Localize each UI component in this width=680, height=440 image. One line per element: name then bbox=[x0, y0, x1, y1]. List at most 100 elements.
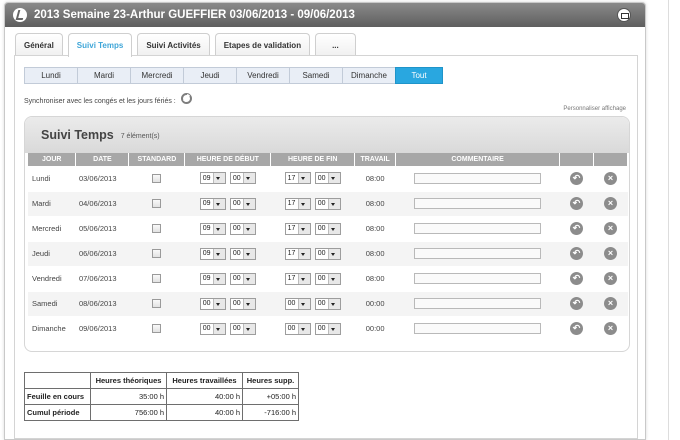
table-row: Lundi 03/06/2013 09 00 17 00 08:00 ↶ × bbox=[28, 166, 628, 192]
day-filter-mercredi[interactable]: Mercredi bbox=[130, 67, 183, 84]
tab-suivi-temps[interactable]: Suivi Temps bbox=[67, 33, 133, 57]
fin-minute-select[interactable]: 00 bbox=[314, 272, 341, 285]
tab-etapes-validation[interactable]: Etapes de validation bbox=[214, 33, 311, 56]
cell-delete: × bbox=[593, 291, 628, 317]
debut-minute-select[interactable]: 00 bbox=[229, 297, 256, 310]
totals-cell-supp: +05:00 h bbox=[242, 388, 299, 405]
cell-heure-fin: 00 00 bbox=[270, 316, 355, 342]
reset-icon[interactable]: ↶ bbox=[570, 297, 583, 310]
debut-hour-select[interactable]: 09 bbox=[199, 172, 226, 185]
chevron-down-icon bbox=[212, 173, 225, 184]
select-value: 09 bbox=[202, 250, 211, 257]
standard-checkbox[interactable] bbox=[152, 299, 162, 309]
cell-date: 06/06/2013 bbox=[75, 241, 129, 267]
select-value: 00 bbox=[317, 300, 326, 307]
debut-minute-select[interactable]: 00 bbox=[229, 197, 256, 210]
standard-checkbox[interactable] bbox=[152, 224, 162, 234]
fin-minute-select[interactable]: 00 bbox=[314, 322, 341, 335]
reset-icon[interactable]: ↶ bbox=[570, 322, 583, 335]
chevron-down-icon bbox=[297, 298, 310, 309]
totals-table: Heures théoriques Heures travaillées Heu… bbox=[24, 372, 299, 421]
standard-checkbox[interactable] bbox=[152, 249, 162, 259]
debut-minute-select[interactable]: 00 bbox=[229, 172, 256, 185]
fin-minute-select[interactable]: 00 bbox=[314, 247, 341, 260]
fin-minute-select[interactable]: 00 bbox=[314, 222, 341, 235]
debut-minute-select[interactable]: 00 bbox=[229, 247, 256, 260]
comment-input[interactable] bbox=[414, 172, 542, 184]
standard-checkbox[interactable] bbox=[152, 324, 162, 334]
delete-icon[interactable]: × bbox=[603, 247, 617, 260]
day-filter-vendredi[interactable]: Vendredi bbox=[236, 67, 289, 84]
cell-heure-debut: 09 00 bbox=[184, 266, 271, 292]
delete-icon[interactable]: × bbox=[603, 297, 617, 310]
chevron-down-icon bbox=[242, 248, 255, 259]
standard-checkbox[interactable] bbox=[152, 274, 162, 284]
select-value: 17 bbox=[287, 174, 296, 182]
day-filter-dimanche[interactable]: Dimanche bbox=[342, 67, 395, 84]
standard-checkbox[interactable] bbox=[152, 199, 162, 209]
debut-minute-select[interactable]: 00 bbox=[229, 272, 256, 285]
day-filter-jeudi[interactable]: Jeudi bbox=[183, 67, 236, 84]
reset-icon[interactable]: ↶ bbox=[570, 272, 583, 285]
fin-hour-select[interactable]: 17 bbox=[284, 222, 311, 235]
select-value: 09 bbox=[202, 200, 211, 207]
sync-label: Synchroniser avec les congés et les jour… bbox=[24, 98, 176, 105]
delete-icon[interactable]: × bbox=[603, 322, 617, 335]
sync-icon[interactable] bbox=[180, 93, 192, 104]
select-value: 00 bbox=[232, 200, 241, 207]
print-icon[interactable] bbox=[617, 8, 631, 22]
fin-hour-select[interactable]: 17 bbox=[284, 247, 311, 260]
select-value: 17 bbox=[287, 250, 296, 257]
fin-minute-select[interactable]: 00 bbox=[314, 172, 341, 185]
comment-input[interactable] bbox=[414, 323, 542, 334]
day-filter-samedi[interactable]: Samedi bbox=[289, 67, 342, 84]
debut-hour-select[interactable]: 09 bbox=[199, 222, 226, 235]
debut-hour-select[interactable]: 00 bbox=[199, 297, 226, 310]
fin-minute-select[interactable]: 00 bbox=[314, 297, 341, 310]
debut-hour-select[interactable]: 09 bbox=[199, 197, 226, 210]
delete-icon[interactable]: × bbox=[603, 272, 617, 285]
delete-icon[interactable]: × bbox=[603, 171, 617, 185]
reset-icon[interactable]: ↶ bbox=[570, 171, 583, 185]
tab-general[interactable]: Général bbox=[15, 33, 63, 56]
reset-icon[interactable]: ↶ bbox=[570, 247, 583, 260]
day-filter-lundi[interactable]: Lundi bbox=[24, 67, 77, 84]
page: 2013 Semaine 23-Arthur GUEFFIER 03/06/20… bbox=[0, 0, 680, 440]
debut-hour-select[interactable]: 09 bbox=[199, 247, 226, 260]
cell-jour: Vendredi bbox=[28, 266, 76, 292]
delete-icon[interactable]: × bbox=[603, 197, 617, 210]
fin-hour-select[interactable]: 00 bbox=[284, 297, 311, 310]
reset-icon[interactable]: ↶ bbox=[570, 197, 583, 210]
cell-heure-fin: 17 00 bbox=[270, 191, 355, 217]
comment-input[interactable] bbox=[414, 198, 542, 209]
comment-input[interactable] bbox=[414, 273, 542, 284]
chevron-down-icon bbox=[242, 298, 255, 309]
cell-commentaire bbox=[395, 241, 560, 267]
totals-cell-supp: -716:00 h bbox=[242, 404, 299, 421]
standard-checkbox[interactable] bbox=[152, 174, 162, 183]
debut-hour-select[interactable]: 09 bbox=[199, 272, 226, 285]
select-value: 00 bbox=[287, 300, 296, 307]
totals-row-label: Feuille en cours bbox=[24, 388, 91, 405]
cell-standard bbox=[128, 216, 185, 242]
delete-icon[interactable]: × bbox=[603, 222, 617, 235]
tab-more[interactable]: ... bbox=[315, 33, 356, 56]
day-filter-tout[interactable]: Tout bbox=[395, 67, 443, 84]
comment-input[interactable] bbox=[414, 298, 542, 309]
fin-hour-select[interactable]: 17 bbox=[284, 272, 311, 285]
fin-hour-select[interactable]: 00 bbox=[284, 322, 311, 335]
debut-minute-select[interactable]: 00 bbox=[229, 222, 256, 235]
fin-hour-select[interactable]: 17 bbox=[284, 197, 311, 210]
totals-header-row: Heures théoriques Heures travaillées Heu… bbox=[24, 372, 299, 389]
day-filter-mardi[interactable]: Mardi bbox=[77, 67, 130, 84]
personnaliser-affichage-link[interactable]: Personnaliser affichage bbox=[563, 106, 626, 112]
tab-suivi-activites[interactable]: Suivi Activités bbox=[137, 33, 210, 56]
debut-hour-select[interactable]: 00 bbox=[199, 322, 226, 335]
comment-input[interactable] bbox=[414, 223, 542, 234]
fin-minute-select[interactable]: 00 bbox=[314, 197, 341, 210]
select-value: 00 bbox=[232, 275, 241, 282]
reset-icon[interactable]: ↶ bbox=[570, 222, 583, 235]
fin-hour-select[interactable]: 17 bbox=[284, 172, 311, 185]
comment-input[interactable] bbox=[414, 248, 542, 259]
debut-minute-select[interactable]: 00 bbox=[229, 322, 256, 335]
